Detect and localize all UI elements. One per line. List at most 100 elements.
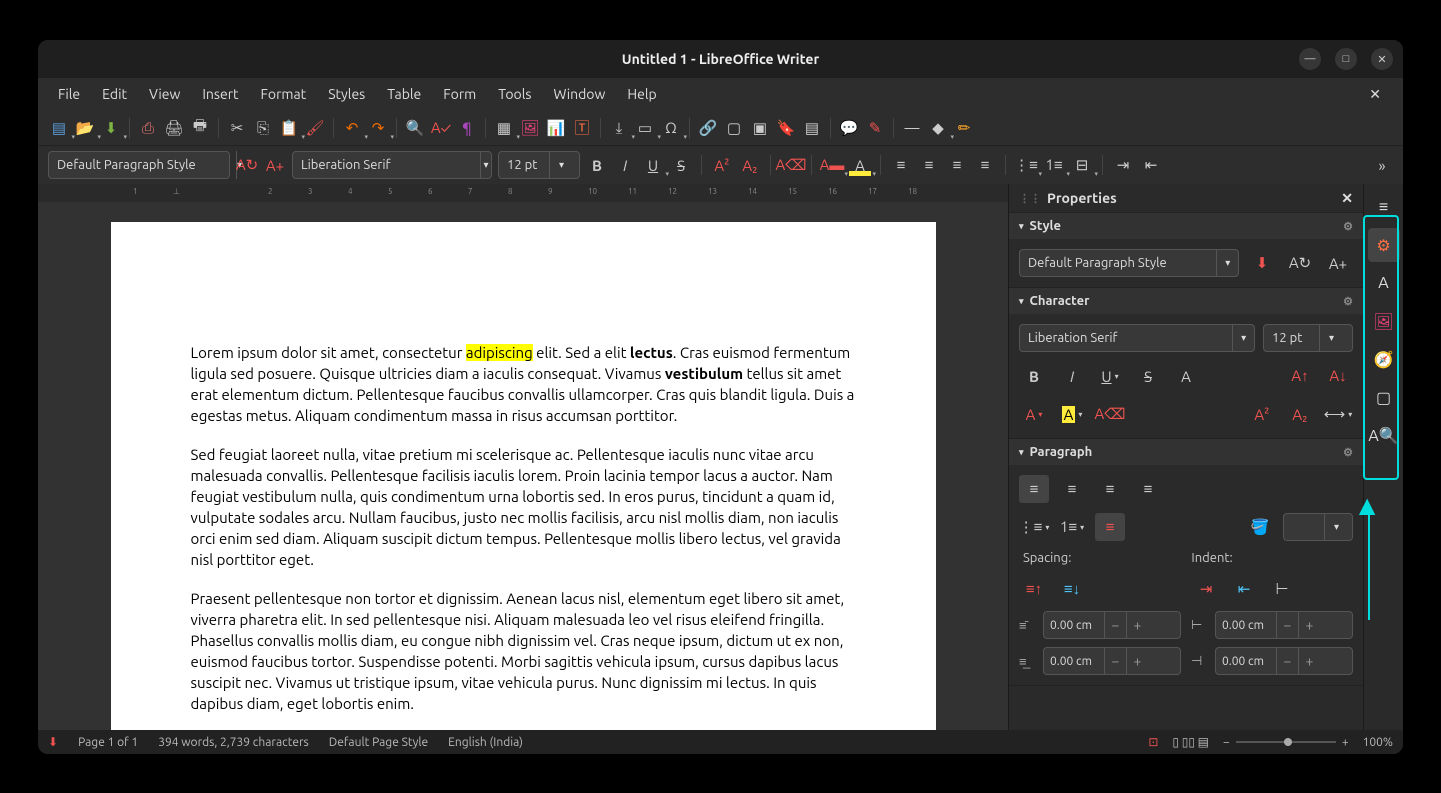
footnote-button[interactable]: ▢ [723, 117, 745, 139]
paragraph[interactable]: Lorem ipsum dolor sit amet, consectetur … [191, 342, 856, 426]
style-action-1-icon[interactable]: ⬇ [1247, 249, 1277, 277]
clear-formatting-button[interactable]: A⌫ [780, 154, 802, 176]
horizontal-ruler[interactable]: 1⊥ 23 45 67 89 1011 1213 1415 1617 18 [38, 184, 1008, 202]
char-size-combo[interactable]: ▾ [1263, 324, 1353, 352]
subscript-button[interactable]: A₂ [1285, 400, 1315, 428]
close-document-icon[interactable]: ✕ [1359, 81, 1391, 108]
save-indicator-icon[interactable]: ⬇ [48, 735, 58, 749]
menu-view[interactable]: View [139, 81, 190, 107]
dropdown-icon[interactable]: ▾ [549, 151, 573, 179]
hyperlink-button[interactable]: 🔗 [697, 117, 719, 139]
find-replace-button[interactable]: 🔍 [404, 117, 426, 139]
paragraph-section-header[interactable]: Paragraph ⚙ [1009, 439, 1363, 465]
formatting-marks-button[interactable]: ¶ [456, 117, 478, 139]
italic-button[interactable]: I [1057, 362, 1087, 390]
underline-button[interactable]: U [642, 154, 664, 176]
page-status[interactable]: Page 1 of 1 [78, 736, 138, 749]
superscript-button[interactable]: A² [1247, 400, 1277, 428]
special-char-button[interactable]: Ω [660, 117, 682, 139]
highlight-button[interactable]: A [849, 154, 871, 176]
page[interactable]: Lorem ipsum dolor sit amet, consectetur … [111, 222, 936, 730]
justify-button[interactable]: ≡ [1133, 475, 1163, 503]
navigator-tab[interactable]: 🧭 [1368, 342, 1400, 376]
indent-inc-icon[interactable]: ⇥ [1191, 575, 1221, 603]
field-button[interactable]: ▭ [634, 117, 656, 139]
style-action-2-icon[interactable]: A↻ [1285, 249, 1315, 277]
menu-file[interactable]: File [48, 81, 90, 107]
zoom-value[interactable]: 100% [1363, 736, 1393, 749]
strikethrough-button[interactable]: S [1133, 362, 1163, 390]
document-area[interactable]: Lorem ipsum dolor sit amet, consectetur … [38, 202, 1008, 730]
table-button[interactable]: ▦ [493, 117, 515, 139]
italic-button[interactable]: I [614, 154, 636, 176]
style-action-3-icon[interactable]: A+ [1323, 249, 1353, 277]
paragraph-style-input[interactable] [49, 158, 236, 172]
styles-tab[interactable]: A [1368, 266, 1400, 300]
update-style-button[interactable]: A↻ [236, 154, 258, 176]
style-combo[interactable]: ▾ [1019, 249, 1239, 277]
character-section-header[interactable]: Character ⚙ [1009, 288, 1363, 314]
page-break-button[interactable]: ⤓ [608, 117, 630, 139]
clear-formatting-button[interactable]: A⌫ [1095, 400, 1125, 428]
bullet-list-button[interactable]: ⋮≡ [1019, 513, 1049, 541]
page-tab[interactable]: ▢ [1368, 380, 1400, 414]
properties-tab[interactable]: ⚙ [1368, 228, 1400, 262]
align-left-button[interactable]: ≡ [1019, 475, 1049, 503]
comment-button[interactable]: 💬 [838, 117, 860, 139]
decrease-size-button[interactable]: A↓ [1323, 362, 1353, 390]
print-button[interactable]: 🖨 [163, 117, 185, 139]
track-changes-button[interactable]: ✎ [864, 117, 886, 139]
close-sidebar-icon[interactable]: ✕ [1341, 190, 1353, 207]
spacing-above-input[interactable]: −+ [1043, 611, 1181, 639]
chart-button[interactable]: 📊 [545, 117, 567, 139]
bold-button[interactable]: B [586, 154, 608, 176]
language-status[interactable]: English (India) [448, 736, 523, 749]
new-style-button[interactable]: A+ [264, 154, 286, 176]
indent-before-input[interactable]: −+ [1215, 611, 1353, 639]
increase-indent-button[interactable]: ⇥ [1112, 154, 1134, 176]
bg-color-button[interactable]: 🪣 [1245, 513, 1275, 541]
undo-button[interactable]: ↶ [341, 117, 363, 139]
number-list-button[interactable]: 1≡ [1043, 154, 1065, 176]
paragraph-style-combo[interactable]: ▾ [48, 151, 230, 179]
spacing-below-input[interactable]: −+ [1043, 647, 1181, 675]
align-center-button[interactable]: ≡ [918, 154, 940, 176]
font-size-input[interactable] [499, 158, 549, 172]
shadow-button[interactable]: A [1171, 362, 1201, 390]
spacing-inc-icon[interactable]: ≡↑ [1019, 575, 1049, 603]
style-section-header[interactable]: Style ⚙ [1009, 213, 1363, 239]
outline-button[interactable]: ⊟ [1071, 154, 1093, 176]
hanging-indent-icon[interactable]: ⊢ [1267, 575, 1297, 603]
textbox-button[interactable]: 🅃 [571, 117, 593, 139]
cut-button[interactable]: ✂ [226, 117, 248, 139]
word-count[interactable]: 394 words, 2,739 characters [158, 736, 309, 749]
redo-button[interactable]: ↷ [367, 117, 389, 139]
print-preview-button[interactable]: 🖶 [189, 117, 211, 139]
menu-help[interactable]: Help [617, 81, 666, 107]
dropdown-icon[interactable]: ▾ [480, 151, 491, 179]
superscript-button[interactable]: A² [711, 154, 733, 176]
menu-edit[interactable]: Edit [92, 81, 137, 107]
font-name-input[interactable] [293, 158, 480, 172]
bg-color-combo[interactable]: ▾ [1283, 513, 1353, 541]
close-button[interactable]: ✕ [1371, 48, 1393, 70]
menu-insert[interactable]: Insert [192, 81, 248, 107]
font-size-combo[interactable]: ▾ [498, 151, 580, 179]
paragraph[interactable]: Sed feugiat laoreet nulla, vitae pretium… [191, 444, 856, 570]
align-right-button[interactable]: ≡ [946, 154, 968, 176]
grip-icon[interactable]: ⋮⋮ [1019, 192, 1041, 205]
font-name-combo[interactable]: ▾ [292, 151, 492, 179]
number-list-button[interactable]: 1≡ [1057, 513, 1087, 541]
spellcheck-button[interactable]: A✓ [430, 117, 452, 139]
copy-button[interactable]: ⎘ [252, 117, 274, 139]
menu-table[interactable]: Table [377, 81, 431, 107]
view-layout-icons[interactable]: ▯ ▯▯ ▤ [1172, 735, 1209, 749]
new-button[interactable]: ▤ [48, 117, 70, 139]
menu-tools[interactable]: Tools [488, 81, 541, 107]
open-button[interactable]: 📂 [74, 117, 96, 139]
gear-icon[interactable]: ⚙ [1343, 295, 1353, 308]
line-button[interactable]: — [901, 117, 923, 139]
paste-button[interactable]: 📋 [278, 117, 300, 139]
bold-button[interactable]: B [1019, 362, 1049, 390]
menu-window[interactable]: Window [543, 81, 615, 107]
